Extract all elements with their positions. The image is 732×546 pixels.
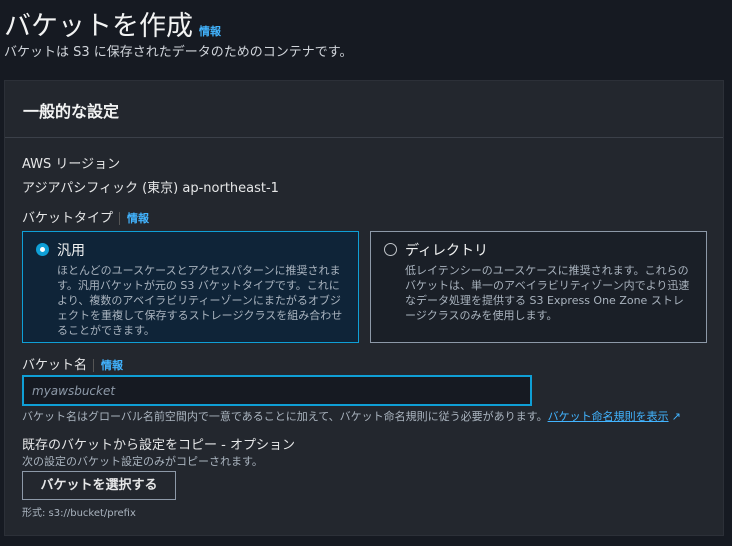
bucket-name-label-text: バケット名 <box>22 358 88 373</box>
option-title: ディレクトリ <box>405 243 489 259</box>
page-subtitle: バケットは S3 に保存されたデータのためのコンテナです。 <box>4 45 353 60</box>
section-title: 一般的な設定 <box>5 81 723 138</box>
bucket-type-label-text: バケットタイプ <box>22 211 114 226</box>
option-title: 汎用 <box>57 243 85 259</box>
copy-settings-label: 既存のバケットから設定をコピー - オプション <box>22 438 295 453</box>
radio-selected-icon[interactable] <box>36 243 49 256</box>
page-title-text: バケットを作成 <box>4 11 193 42</box>
bucket-name-label: バケット名 情報 <box>22 354 124 373</box>
external-link-icon: ↗ <box>671 410 681 423</box>
choose-bucket-button[interactable]: バケットを選択する <box>22 471 176 500</box>
region-label: AWS リージョン <box>22 157 121 172</box>
bucket-name-info-link[interactable]: 情報 <box>93 359 124 372</box>
page-title: バケットを作成 情報 <box>4 4 221 43</box>
general-settings-panel: 一般的な設定 AWS リージョン アジアパシフィック (東京) ap-north… <box>4 80 724 536</box>
option-description: ほとんどのユースケースとアクセスパターンに推奨されます。汎用バケットが元の S3… <box>57 264 343 337</box>
naming-rules-link[interactable]: バケット命名規則を表示 <box>548 410 669 423</box>
info-link[interactable]: 情報 <box>199 25 221 38</box>
bucket-type-info-link[interactable]: 情報 <box>119 212 150 225</box>
region-value: アジアパシフィック (東京) ap-northeast-1 <box>22 181 279 196</box>
format-hint: 形式: s3://bucket/prefix <box>22 508 136 519</box>
bucket-type-label: バケットタイプ 情報 <box>22 207 150 226</box>
bucket-name-input[interactable]: myawsbucket <box>22 375 532 406</box>
bucket-type-directory[interactable]: ディレクトリ 低レイテンシーのユースケースに推奨されます。これらのバケットは、単… <box>370 231 707 343</box>
copy-settings-desc: 次の設定のバケット設定のみがコピーされます。 <box>22 455 263 468</box>
option-description: 低レイテンシーのユースケースに推奨されます。これらのバケットは、単一のアベイラビ… <box>405 264 690 322</box>
radio-unselected-icon[interactable] <box>384 243 397 256</box>
bucket-name-hint: バケット名はグローバル名前空間内で一意であることに加えて、バケット命名規則に従う… <box>22 408 681 424</box>
bucket-name-hint-text: バケット名はグローバル名前空間内で一意であることに加えて、バケット命名規則に従う… <box>22 410 548 423</box>
bucket-type-general-purpose[interactable]: 汎用 ほとんどのユースケースとアクセスパターンに推奨されます。汎用バケットが元の… <box>22 231 359 343</box>
